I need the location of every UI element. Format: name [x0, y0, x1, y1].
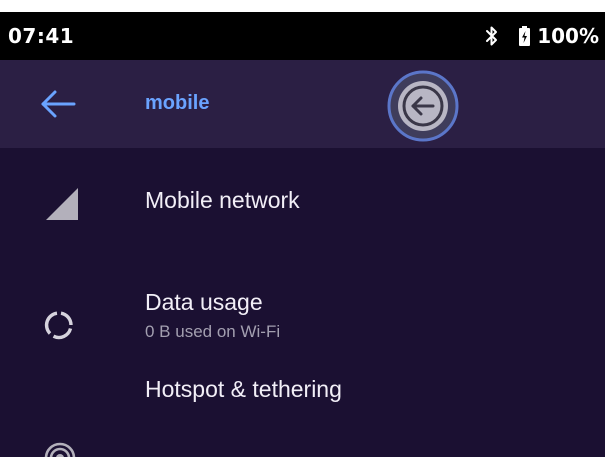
menu-item-title: Data usage [145, 289, 263, 315]
menu-item-data-usage[interactable]: Data usage 0 B used on Wi-Fi [0, 250, 605, 366]
menu-item-hotspot-tethering[interactable]: Hotspot & tethering [0, 366, 605, 457]
menu-item-subtitle: 0 B used on Wi-Fi [145, 322, 281, 341]
bluetooth-icon [486, 26, 498, 46]
top-edge-strip [0, 0, 605, 12]
menu-item-title: Mobile network [145, 187, 300, 213]
app-bar: mobile [0, 60, 605, 148]
battery-level: 100% [537, 24, 599, 48]
menu-item-title: Hotspot & tethering [145, 376, 342, 402]
signal-icon [46, 188, 78, 220]
page-title: mobile [145, 92, 210, 114]
hotspot-icon [44, 442, 76, 457]
status-time: 07:41 [8, 24, 75, 48]
settings-screen: 07:41 100% mobile Mobile network Data us… [0, 0, 605, 457]
data-usage-icon [44, 311, 73, 340]
settings-list: Mobile network Data usage 0 B used on Wi… [0, 148, 605, 457]
status-bar: 07:41 100% [0, 12, 605, 60]
battery-icon [519, 26, 531, 46]
menu-item-mobile-network[interactable]: Mobile network [0, 148, 605, 250]
status-icons: 100% [484, 23, 599, 49]
arrow-left-icon[interactable] [40, 87, 76, 121]
circled-arrow-left-icon[interactable] [385, 68, 461, 144]
